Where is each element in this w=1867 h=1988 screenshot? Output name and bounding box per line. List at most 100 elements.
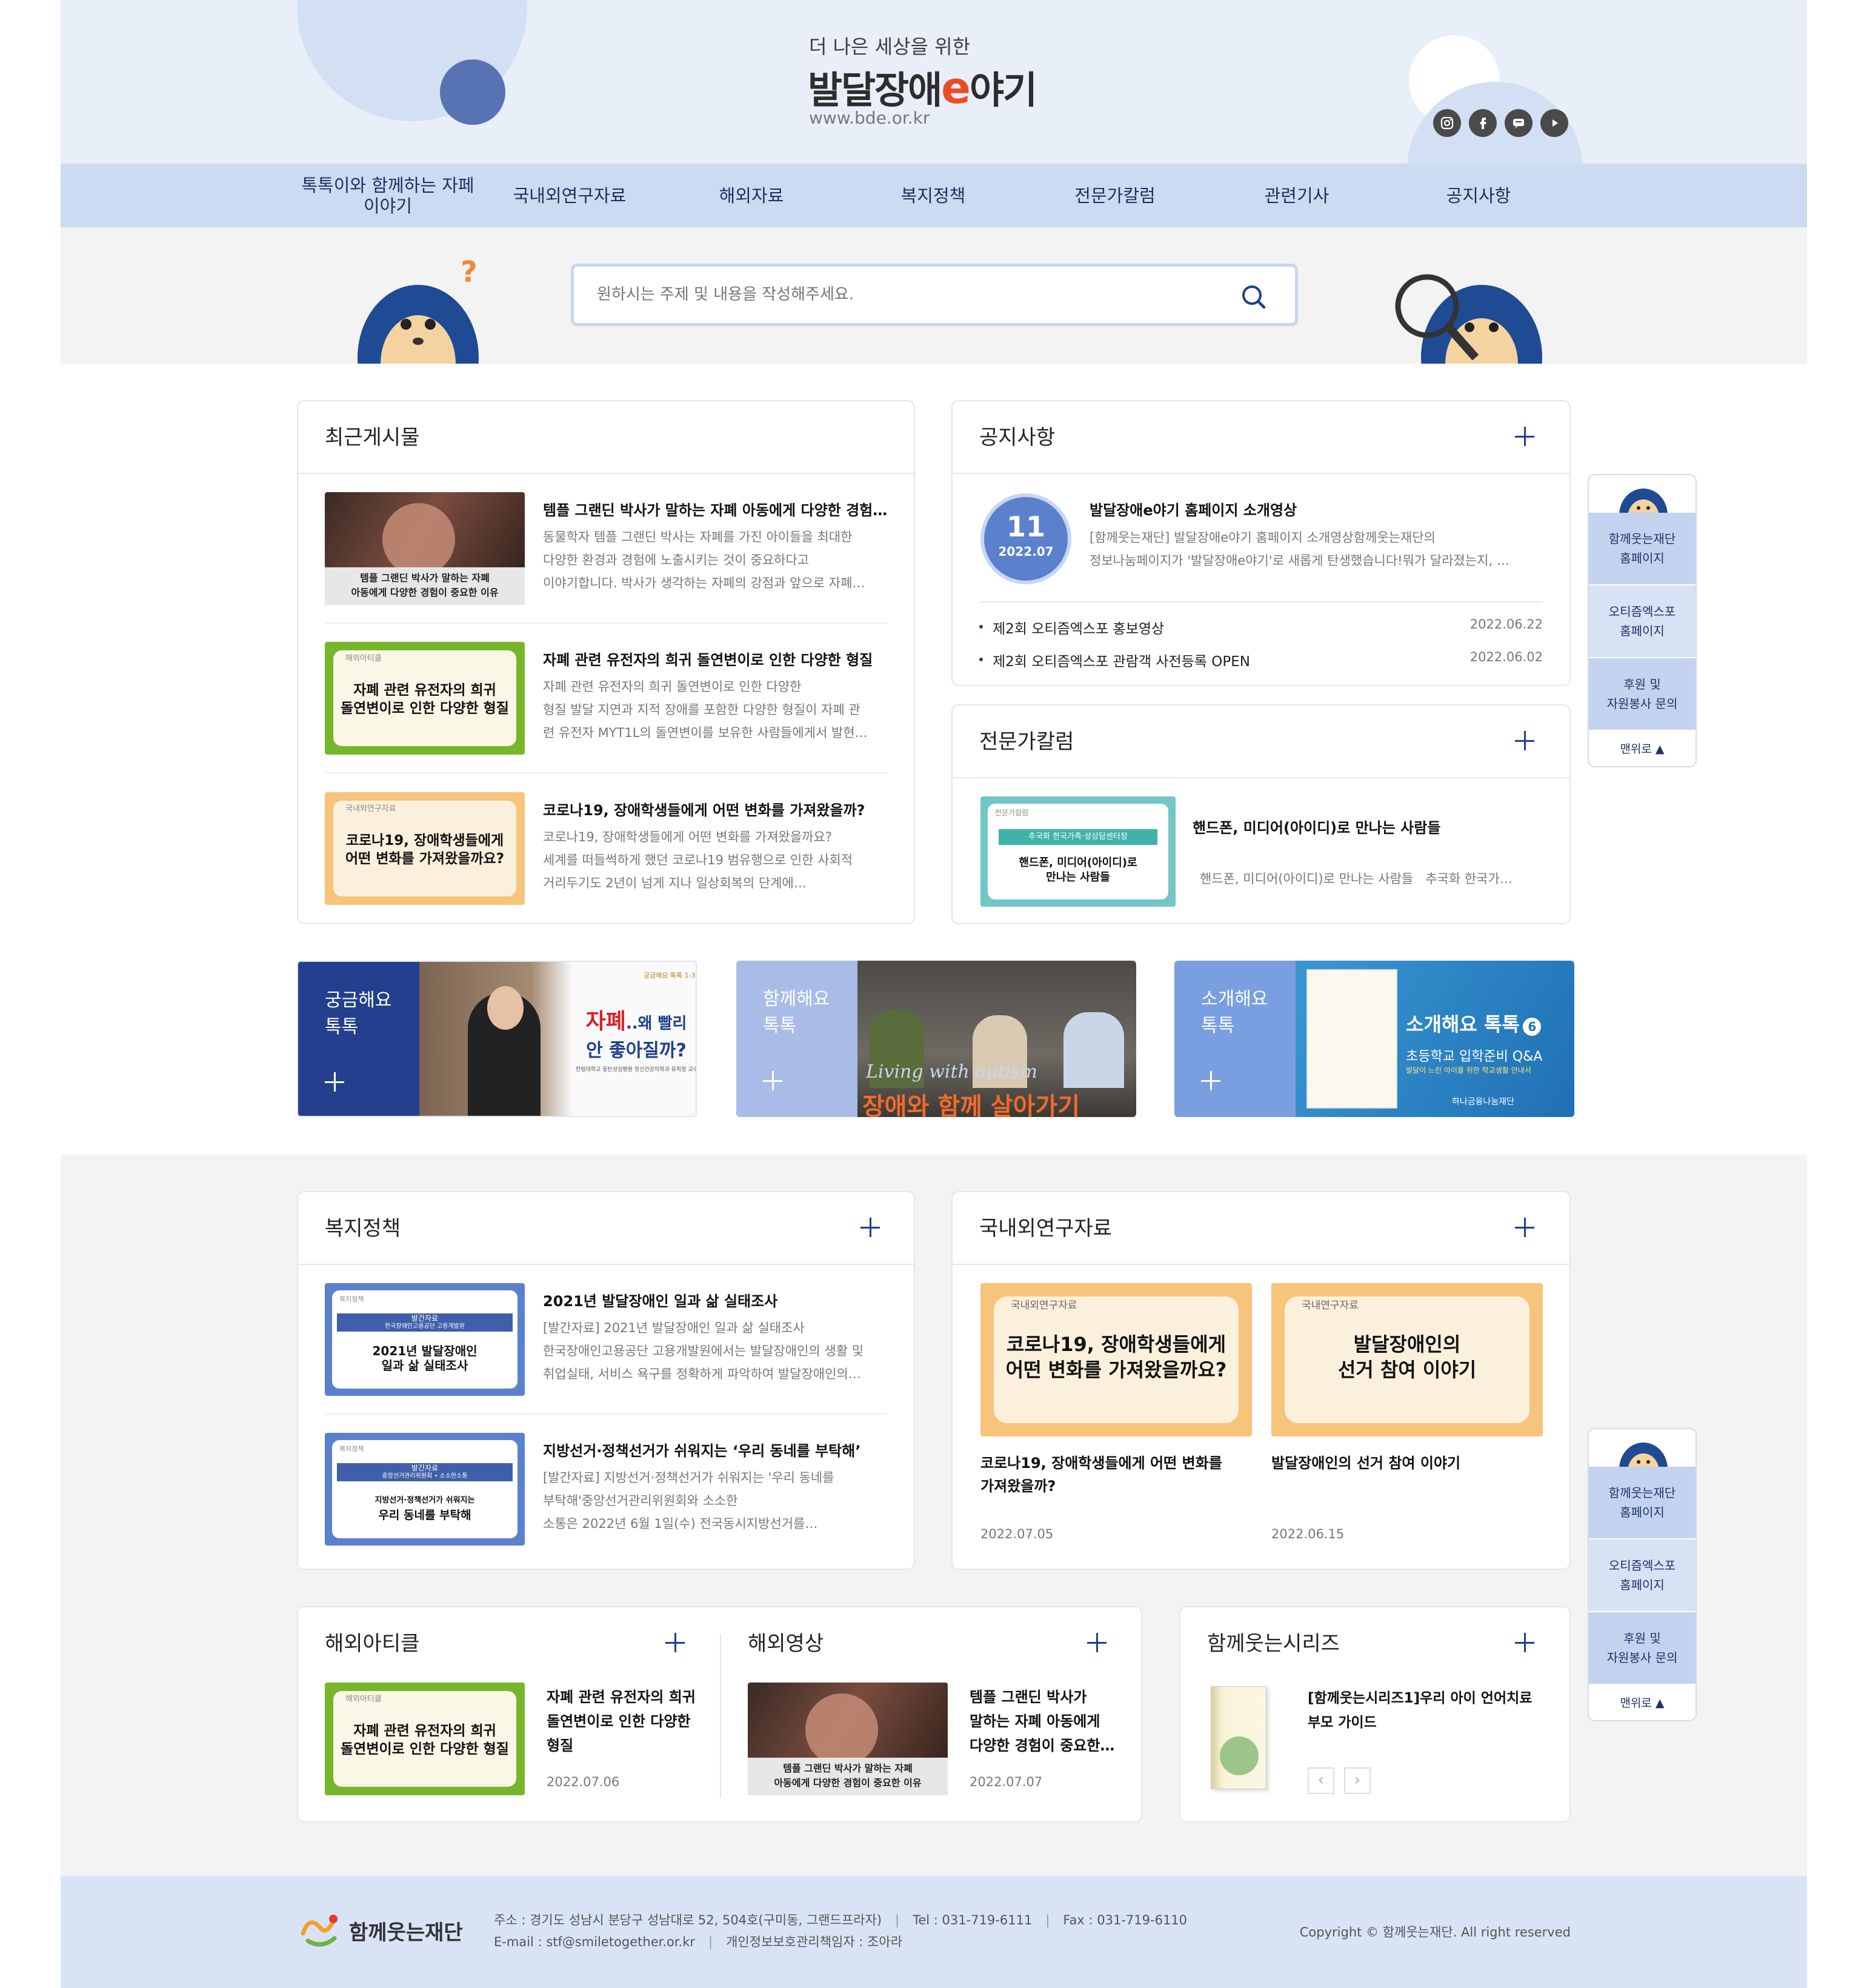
series-prev-button[interactable]: ‹ (1308, 1767, 1334, 1794)
quick-menu: 함께웃는재단 홈페이지 오티즘엑스포 홈페이지 후원 및 자원봉사 문의 맨위로 ▲ (1588, 1428, 1697, 1721)
notice-list-item[interactable]: 제2회 오티즘엑스포 홍보영상 2022.06.22 (979, 617, 1543, 638)
quick-link-foundation[interactable]: 함께웃는재단 홈페이지 (1589, 1467, 1696, 1539)
research-item-title[interactable]: 코로나19, 장애학생들에게 어떤 변화를 가져왔을까? (980, 1452, 1252, 1498)
title-line: 말하는 자폐 아동에게 (970, 1713, 1100, 1730)
post-thumbnail[interactable]: 템플 그랜딘 박사가 말하는 자폐 아동에게 다양한 경험이 중요한 이유 (325, 492, 525, 605)
post-thumbnail[interactable]: 해외아티클 자폐 관련 유전자의 희귀 돌연변이로 인한 다양한 형질 (325, 642, 525, 755)
back-to-top-button[interactable]: 맨위로 ▲ (1589, 1685, 1696, 1720)
banner-img-sub2: 발달이 느린 아이를 위한 학교생활 안내서 (1406, 1066, 1531, 1075)
desc-line: 한국장애인고용공단 고용개발원에서는 발달장애인의 생활 및 (543, 1344, 864, 1358)
footer-sep: | (708, 1935, 713, 1949)
divider (298, 1264, 914, 1265)
desc-line: 동물학자 템플 그랜딘 박사는 자폐를 가진 아이들을 최대한 (543, 530, 853, 544)
nav-item-column[interactable]: 전문가칼럼 (1030, 182, 1200, 207)
desc-line: 이야기합니다. 박사가 생각하는 자폐의 강점과 앞으로 자폐… (543, 576, 865, 590)
post-thumbnail[interactable]: 복지정책 발간자료 한국장애인고용공단 고용개발원 2021년 발달장애인 일과 삶… (325, 1283, 525, 1396)
more-plus-icon[interactable] (1087, 1633, 1107, 1652)
nav-item-news[interactable]: 관련기사 (1212, 182, 1382, 207)
column-card: 전문가칼럼 전문가칼럼 추국화 한국가족·성상담센터장 핸드폰, 미디어(아이디… (951, 704, 1571, 924)
post-thumbnail[interactable]: 해외아티클 자폐 관련 유전자의 희귀 돌연변이로 인한 다양한 형질 (325, 1683, 525, 1795)
thumb-caption: 핸드폰, 미디어(아이디)로 만나는 사람들 (980, 856, 1176, 885)
quick-link-label: 오티즘엑스포 (1608, 604, 1676, 619)
site-logo[interactable]: 발달장애e야기 (808, 59, 1037, 114)
post-title[interactable]: 지방선거·정책선거가 쉬워지는 ‘우리 동네를 부탁해’ (543, 1439, 894, 1460)
desc-line: 세계를 떠들썩하게 했던 코로나19 범유행으로 인한 사회적 (543, 853, 853, 867)
more-plus-icon[interactable] (1515, 1633, 1534, 1652)
footer-logo[interactable]: 함께웃는재단 (297, 1909, 463, 1952)
more-plus-icon[interactable] (1515, 731, 1534, 750)
youtube-icon[interactable] (1540, 109, 1568, 137)
quick-link-donate[interactable]: 후원 및 자원봉사 문의 (1589, 1612, 1696, 1685)
nav-item-welfare[interactable]: 복지정책 (848, 182, 1018, 207)
divider (953, 1264, 1569, 1265)
notice-featured-title[interactable]: 발달장애e야기 홈페이지 소개영상 (1090, 498, 1550, 519)
series-book-cover[interactable] (1211, 1686, 1266, 1789)
footer-privacy: 개인정보보호관리책임자 : 조아라 (726, 1935, 903, 1949)
column-item-title[interactable]: 핸드폰, 미디어(아이디)로 만나는 사람들 (1193, 816, 1550, 837)
instagram-icon[interactable] (1433, 109, 1461, 137)
more-plus-icon[interactable] (1515, 427, 1534, 446)
overseas-article-title[interactable]: 자폐 관련 유전자의 희귀 돌연변이로 인한 다양한 형질 (547, 1685, 710, 1758)
overseas-video-title[interactable]: 템플 그랜딘 박사가 말하는 자폐 아동에게 다양한 경험이 중요한… (970, 1685, 1127, 1758)
title-line: 발달장애인의 선거 참여 이야기 (1271, 1455, 1461, 1472)
video-thumbnail[interactable]: 템플 그랜딘 박사가 말하는 자폐 아동에게 다양한 경험이 중요한 이유 (748, 1683, 948, 1795)
research-item-title[interactable]: 발달장애인의 선거 참여 이야기 (1271, 1452, 1543, 1475)
search-input[interactable] (597, 279, 1203, 310)
quick-link-expo[interactable]: 오티즘엑스포 홈페이지 (1589, 585, 1696, 658)
banner-image: Living with autism 장애와 함께 살아가기 (857, 961, 1136, 1117)
research-thumbnail[interactable]: 국내외연구자료 코로나19, 장애학생들에게 어떤 변화를 가져왔을까요? (980, 1283, 1252, 1436)
banner-intro[interactable]: 소개해요 톡톡 소개해요 톡톡 6 초등학교 입학준비 Q&A 발달이 느린 아… (1174, 961, 1574, 1117)
hedgehog-mascot-left: ? (358, 252, 491, 364)
chat-icon[interactable] (1505, 109, 1533, 137)
quick-link-expo[interactable]: 오티즘엑스포 홈페이지 (1589, 1539, 1696, 1612)
overseas-card: 해외아티클 해외아티클 자폐 관련 유전자의 희귀 돌연변이로 인한 다양한 형질… (297, 1606, 1142, 1823)
nav-item-label: 전문가칼럼 (1074, 185, 1156, 206)
more-plus-icon[interactable] (665, 1633, 685, 1652)
quick-link-foundation[interactable]: 함께웃는재단 홈페이지 (1589, 513, 1696, 585)
nav-item-overseas[interactable]: 해외자료 (667, 182, 836, 207)
column-thumbnail[interactable]: 전문가칼럼 추국화 한국가족·성상담센터장 핸드폰, 미디어(아이디)로 만나는 … (980, 796, 1176, 907)
banner-img-tag: 궁금해요 톡톡 1-3 (644, 972, 696, 979)
quick-menu-mascot (1589, 475, 1696, 513)
post-title[interactable]: 2021년 발달장애인 일과 삶 실태조사 (543, 1289, 894, 1310)
logo-text-b: 야기 (970, 68, 1037, 112)
banner-plus-icon[interactable] (325, 1072, 344, 1092)
thumb-caption-line: 자폐 관련 유전자의 희귀 (353, 682, 496, 698)
post-desc: [발간자료] 지방선거·정책선거가 쉬워지는 '우리 동네를 부탁해'중앙선거관리… (543, 1466, 894, 1535)
notice-list-item[interactable]: 제2회 오티즘엑스포 관람객 사전등록 OPEN 2022.06.02 (979, 650, 1543, 670)
banner-together[interactable]: 함께해요 톡톡 Living with autism 장애와 함께 살아가기 (736, 961, 1136, 1117)
banner-plus-icon[interactable] (1201, 1071, 1220, 1090)
post-title[interactable]: 코로나19, 장애학생들에게 어떤 변화를 가져왔을까? (543, 798, 894, 819)
title-line: 다양한 경험이 중요한… (970, 1737, 1115, 1754)
back-to-top-button[interactable]: 맨위로 ▲ (1589, 731, 1696, 766)
thumb-card (332, 1440, 518, 1538)
series-item-title[interactable]: [함께웃는시리즈1]우리 아이 언어치료 부모 가이드 (1308, 1686, 1556, 1735)
nav-item-research[interactable]: 국내외연구자료 (485, 182, 654, 207)
thumb-tag: 복지정책 (339, 1295, 364, 1303)
thumb-caption-line: 어떤 변화를 가져왔을까요? (1005, 1358, 1227, 1381)
banner-label-box: 함께해요 톡톡 (736, 961, 857, 1117)
nav-item-talk[interactable]: 톡톡이와 함께하는 자페이야기 (297, 173, 479, 219)
banner-curious[interactable]: 궁금해요 톡톡 궁금해요 톡톡 1-3 자폐..왜 빨리 안 좋아질까? 한림대… (297, 961, 697, 1117)
card-title: 국내외연구자료 (979, 1216, 1112, 1241)
search-box[interactable] (571, 264, 1298, 326)
thumb-band: 추국화 한국가족·성상담센터장 (999, 829, 1157, 845)
banner-img-title: 소개해요 톡톡 6 (1406, 1009, 1542, 1037)
facebook-icon[interactable] (1469, 109, 1497, 137)
post-title[interactable]: 템플 그랜딘 박사가 말하는 자폐 아동에게 다양한 경험… (543, 498, 894, 519)
desc-line: 련 유전자 MYT1L의 돌연변이를 보유한 사람들에게서 발현… (543, 725, 868, 740)
research-thumbnail[interactable]: 국내연구자료 발달장애인의 선거 참여 이야기 (1271, 1283, 1543, 1436)
banner-image: 궁금해요 톡톡 1-3 자폐..왜 빨리 안 좋아질까? 한림대학교 동탄성심병… (419, 962, 696, 1116)
more-plus-icon[interactable] (860, 1218, 880, 1237)
nav-item-notice[interactable]: 공지사항 (1394, 182, 1563, 207)
series-next-button[interactable]: › (1344, 1767, 1371, 1794)
post-thumbnail[interactable]: 복지정책 발간자료 중앙선거관리위원회 • 소소한소통 지방선거·정책선거가 쉬워… (325, 1433, 525, 1546)
search-icon[interactable] (1239, 282, 1268, 312)
quick-link-label: 홈페이지 (1620, 1505, 1665, 1519)
post-thumbnail[interactable]: 국내외연구자료 코로나19, 장애학생들에게 어떤 변화를 가져왔을까요? (325, 792, 525, 905)
banner-plus-icon[interactable] (763, 1071, 782, 1090)
post-title[interactable]: 자폐 관련 유전자의 희귀 돌연변이로 인한 다양한 형질 (543, 648, 894, 669)
desc-line: 부탁해'중앙선거관리위원회와 소소한 (543, 1493, 738, 1508)
quick-link-donate[interactable]: 후원 및 자원봉사 문의 (1589, 658, 1696, 731)
more-plus-icon[interactable] (1515, 1218, 1534, 1237)
